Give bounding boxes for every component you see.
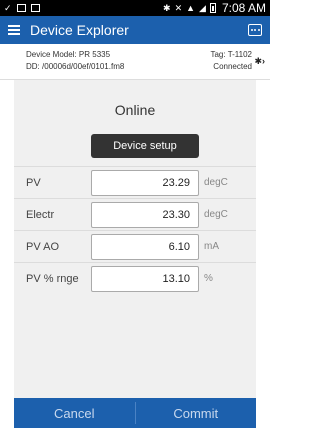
status-bar: ✓ ✱ ✕ ▲ ◢ 7:08 AM: [0, 0, 270, 16]
device-model: Device Model: PR 5335: [26, 49, 110, 61]
device-info-bar: Device Model: PR 5335 Tag: T-1102 DD: /0…: [0, 44, 270, 80]
app-bar: Device Explorer: [0, 16, 270, 44]
row-value-field[interactable]: 6.10: [91, 234, 199, 260]
row-pv: PV 23.29 degC: [14, 166, 256, 198]
bluetooth-icon: ✱›: [254, 56, 265, 66]
more-options-icon[interactable]: [248, 24, 262, 36]
commit-button[interactable]: Commit: [136, 398, 257, 428]
notification-icon: [30, 4, 40, 12]
row-label: PV % rnge: [26, 273, 79, 285]
image-icon: [16, 4, 26, 12]
signal-icon: ◢: [199, 3, 206, 13]
device-model-label: Device Model:: [26, 50, 77, 59]
check-icon: ✓: [4, 3, 12, 13]
tag-value: T-1102: [227, 50, 252, 59]
row-unit: mA: [204, 241, 219, 252]
wifi-icon: ▲: [186, 3, 196, 13]
cancel-button[interactable]: Cancel: [14, 398, 135, 428]
dd-value: /00006d/00ef/0101.fm8: [42, 62, 125, 71]
menu-icon[interactable]: [8, 25, 20, 35]
row-label: Electr: [26, 209, 55, 221]
row-electr: Electr 23.30 degC: [14, 198, 256, 230]
row-value-field[interactable]: 23.30: [91, 202, 199, 228]
action-bar: Cancel Commit: [14, 398, 256, 428]
device-setup-button[interactable]: Device setup: [91, 134, 199, 158]
dd-label: DD:: [26, 62, 40, 71]
bluetooth-status-icon: ✱: [163, 3, 171, 13]
row-label: PV AO: [26, 241, 60, 253]
row-unit: degC: [204, 209, 228, 220]
online-status: Online: [114, 102, 156, 118]
status-time: 7:08 AM: [221, 1, 266, 15]
tag-label: Tag:: [210, 50, 226, 59]
app-title: Device Explorer: [30, 22, 129, 38]
device-model-value: PR 5335: [78, 50, 111, 59]
battery-icon: [209, 3, 216, 13]
row-value-field[interactable]: 23.29: [91, 170, 199, 196]
row-label: PV: [26, 177, 41, 189]
row-pv-range: PV % rnge 13.10 %: [14, 262, 256, 294]
main-content: Online Device setup PV 23.29 degC Electr…: [14, 80, 256, 398]
status-left-icons: ✓: [4, 3, 40, 13]
row-unit: degC: [204, 177, 228, 188]
status-right-icons: ✱ ✕ ▲ ◢ 7:08 AM: [163, 1, 266, 15]
row-unit: %: [204, 273, 213, 284]
row-pv-ao: PV AO 6.10 mA: [14, 230, 256, 262]
mute-icon: ✕: [174, 3, 183, 13]
row-value-field[interactable]: 13.10: [91, 266, 199, 292]
device-dd: DD: /00006d/00ef/0101.fm8: [26, 61, 124, 73]
